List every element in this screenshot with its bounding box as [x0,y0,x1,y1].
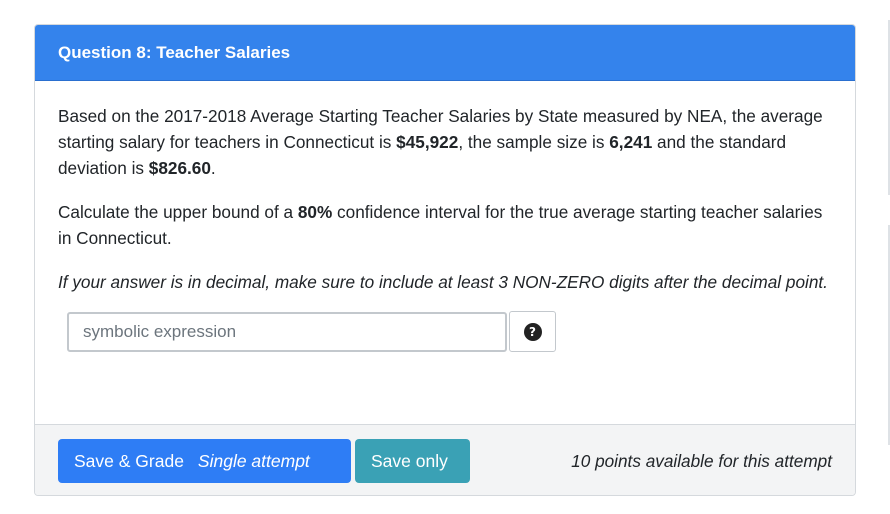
paragraph-text: Calculate the upper bound of a [58,202,298,222]
question-paragraph-1: Based on the 2017-2018 Average Starting … [58,103,832,181]
answer-row: ? [67,311,832,352]
paragraph-text: . [210,158,216,178]
question-body: Based on the 2017-2018 Average Starting … [35,81,855,424]
question-header: Question 8: Teacher Salaries [35,25,855,81]
decimal-note: If your answer is in decimal, make sure … [58,272,828,292]
save-only-button[interactable]: Save only [355,439,470,483]
answer-input[interactable] [67,311,507,352]
mean-value: $45,922 [396,132,459,152]
save-and-grade-button[interactable]: Save & Grade Single attempt [58,439,351,483]
attempt-label: Single attempt [197,450,310,471]
question-circle-icon: ? [523,322,542,341]
help-button[interactable]: ? [509,311,556,352]
std-dev-value: $826.60 [148,158,211,178]
sample-size-value: 6,241 [609,132,653,152]
paragraph-text: , the sample size is [458,132,610,152]
save-grade-label: Save & Grade [74,450,184,471]
question-card: Question 8: Teacher Salaries Based on th… [34,24,856,496]
confidence-level-value: 80% [297,202,333,222]
question-title: Question 8: Teacher Salaries [58,42,291,62]
points-available-text: 10 points available for this attempt [571,450,832,471]
question-footer: Save & Grade Single attempt Save only 10… [35,424,855,495]
question-paragraph-2: Calculate the upper bound of a 80% confi… [58,199,832,251]
